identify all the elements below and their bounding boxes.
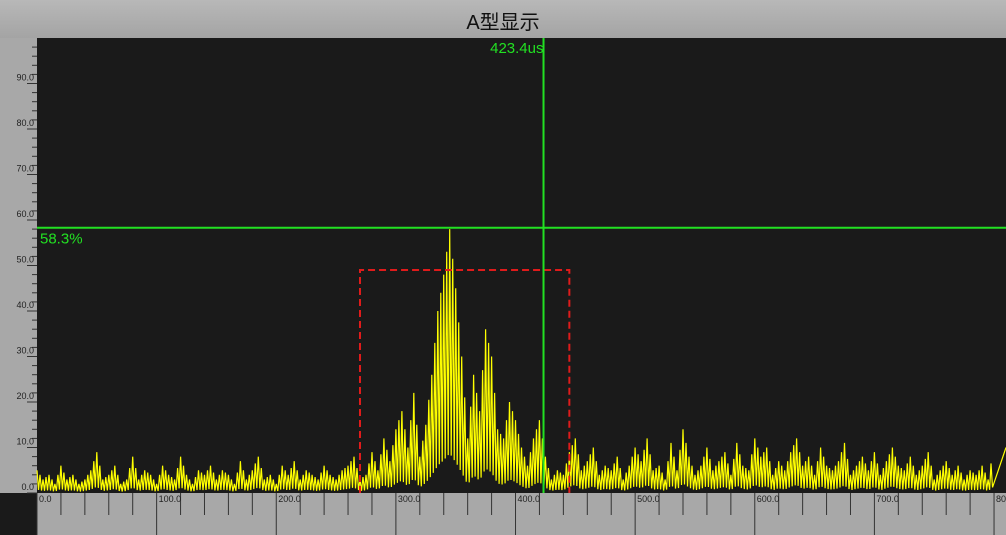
y-tick-label: 50.0 [16,255,34,265]
x-tick-label: 100.0 [159,494,182,504]
plot-area [37,38,1006,493]
x-tick-label: 0.0 [39,494,52,504]
x-tick-label: 800.0 [996,494,1006,504]
y-tick-label: 30.0 [16,346,34,356]
x-tick-label: 200.0 [278,494,301,504]
time-cursor-label: 423.4us [490,40,543,57]
x-tick-label: 300.0 [398,494,421,504]
y-tick-label: 0.0 [21,482,34,492]
y-tick-label: 70.0 [16,164,34,174]
x-tick-label: 500.0 [637,494,660,504]
amplitude-cursor-label: 58.3% [40,231,83,248]
title-bar: A型显示 [0,0,1006,39]
x-tick-label: 400.0 [518,494,541,504]
y-tick-label: 10.0 [16,437,34,447]
window-title: A型显示 [466,12,540,34]
y-tick-label: 90.0 [16,73,34,83]
y-tick-label: 60.0 [16,209,34,219]
a-scan-chart[interactable]: 0.010.020.030.040.050.060.070.080.090.0 … [0,38,1006,535]
y-tick-label: 40.0 [16,300,34,310]
x-tick-label: 600.0 [757,494,780,504]
x-tick-label: 700.0 [876,494,899,504]
y-tick-label: 80.0 [16,118,34,128]
y-tick-label: 20.0 [16,391,34,401]
